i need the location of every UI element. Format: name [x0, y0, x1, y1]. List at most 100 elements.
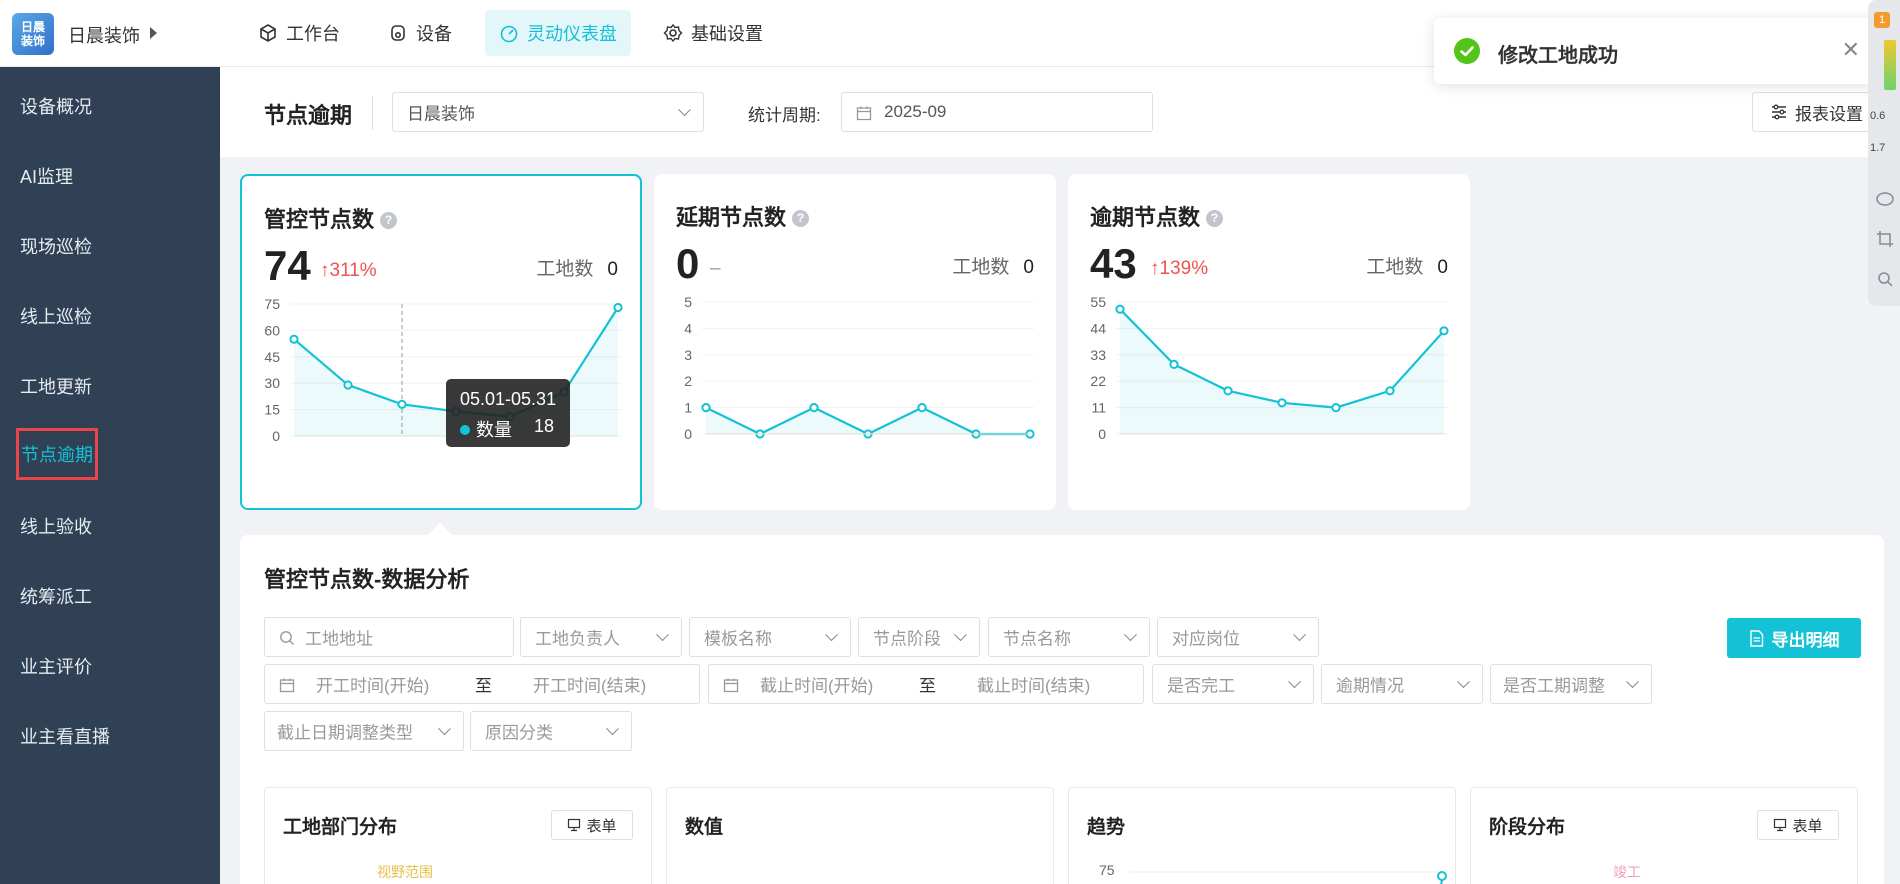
data-point: [1277, 398, 1287, 408]
search-icon[interactable]: [1876, 270, 1894, 288]
site-label: 工地数: [1366, 257, 1424, 278]
period-value: 2025-09: [884, 102, 947, 121]
y-tick-label: 5: [684, 294, 692, 310]
close-icon[interactable]: ✕: [1842, 39, 1860, 61]
company-logo: 日晨 装饰: [12, 13, 54, 55]
floating-tool-strip[interactable]: 1 0.6 1.7: [1868, 0, 1900, 306]
gear-icon: [663, 23, 683, 43]
sidebar-item-ai-supervision[interactable]: AI监理: [20, 163, 73, 189]
site-label: 工地数: [536, 259, 594, 280]
dashboard-icon: [500, 25, 518, 43]
nav-settings[interactable]: 基础设置: [649, 10, 777, 56]
level-bar: [1884, 40, 1896, 90]
toast-message: 修改工地成功: [1498, 45, 1618, 67]
nav-dashboard[interactable]: 灵动仪表盘: [485, 10, 631, 56]
kpi-card-controlled-nodes[interactable]: 管控节点数? 74 ↑311% 工地数 0 75 60 45 30 15 0: [240, 174, 642, 510]
chevron-down-icon: [1626, 675, 1639, 689]
node-name-select[interactable]: 节点名称: [988, 617, 1150, 657]
export-detail-button[interactable]: 导出明细: [1727, 618, 1861, 658]
template-select[interactable]: 模板名称: [689, 617, 851, 657]
period-picker[interactable]: 2025-09: [841, 92, 1153, 132]
start-date-range[interactable]: 开工时间(开始) 至 开工时间(结束): [264, 664, 700, 704]
card-value: 74: [264, 242, 311, 289]
site-address-search[interactable]: 工地地址: [264, 617, 514, 657]
sidebar-item-owner-review[interactable]: 业主评价: [20, 653, 92, 679]
trend-chart[interactable]: [1129, 870, 1459, 884]
overdue-status-select[interactable]: 逾期情况: [1321, 664, 1483, 704]
data-point: [1331, 403, 1341, 413]
site-manager-select[interactable]: 工地负责人: [520, 617, 682, 657]
form-button[interactable]: 表单: [551, 810, 633, 840]
sidebar-item-site-inspection[interactable]: 现场巡检: [20, 233, 92, 259]
calendar-icon: [723, 678, 739, 693]
data-point: [701, 403, 711, 413]
data-point: [1439, 326, 1449, 336]
sidebar-item-dispatch[interactable]: 统筹派工: [20, 583, 92, 609]
data-point: [289, 334, 299, 344]
position-select[interactable]: 对应岗位: [1157, 617, 1319, 657]
deadline-adjust-type-select[interactable]: 截止日期调整类型: [264, 711, 464, 751]
y-tick-label: 30: [264, 375, 280, 391]
card-title: 逾期节点数?: [1090, 200, 1224, 232]
help-icon[interactable]: ?: [1206, 210, 1224, 227]
select-placeholder: 是否工期调整: [1503, 676, 1605, 696]
chat-icon[interactable]: [1876, 192, 1894, 208]
form-button[interactable]: 表单: [1757, 810, 1839, 840]
upload-speed: 0.6: [1870, 110, 1886, 122]
y-tick-label: 33: [1090, 347, 1106, 363]
nav-label: 灵动仪表盘: [527, 24, 617, 44]
select-placeholder: 原因分类: [485, 723, 553, 743]
y-tick-label: 0: [272, 428, 280, 444]
mini-panel-department: 工地部门分布 表单 视野范围: [264, 787, 652, 884]
page-title: 节点逾期: [264, 103, 353, 128]
sidebar-item-online-acceptance[interactable]: 线上验收: [20, 513, 92, 539]
help-icon[interactable]: ?: [792, 210, 810, 227]
search-placeholder: 工地地址: [305, 629, 373, 649]
kpi-card-overdue-nodes[interactable]: 逾期节点数? 43 ↑139% 工地数 0 55 44 33 22 11 0: [1068, 174, 1470, 510]
mini-panel-title: 数值: [685, 817, 724, 838]
data-point: [809, 403, 819, 413]
deadline-date-range[interactable]: 截止时间(开始) 至 截止时间(结束): [708, 664, 1144, 704]
report-settings-label: 报表设置: [1795, 104, 1863, 124]
line-chart[interactable]: 55 44 33 22 11 0: [1068, 294, 1468, 474]
site-value: 0: [607, 259, 618, 280]
divider: [372, 96, 373, 130]
y-tick-label: 60: [264, 322, 280, 338]
company-select[interactable]: 日晨装饰: [392, 92, 704, 132]
node-stage-select[interactable]: 节点阶段: [858, 617, 980, 657]
crop-icon[interactable]: [1876, 230, 1894, 248]
help-icon[interactable]: ?: [380, 212, 398, 229]
card-value: 0: [676, 240, 700, 287]
data-point: [613, 302, 623, 313]
check-circle-icon: [1454, 38, 1480, 64]
site-value: 0: [1437, 257, 1448, 278]
chart-legend-label: 竣工: [1613, 864, 1641, 880]
cube-icon: [260, 24, 276, 42]
sidebar-item-online-inspection[interactable]: 线上巡检: [20, 303, 92, 329]
line-chart[interactable]: 75 60 45 30 15 0: [242, 296, 642, 476]
nav-label: 工作台: [286, 24, 340, 44]
form-icon: [1774, 818, 1787, 832]
nav-label: 基础设置: [691, 24, 763, 44]
card-delta: –: [710, 258, 721, 279]
report-settings-button[interactable]: 报表设置: [1752, 92, 1872, 132]
sliders-icon: [1772, 104, 1786, 120]
schedule-adjusted-select[interactable]: 是否工期调整: [1490, 664, 1652, 704]
sidebar-item-owner-live[interactable]: 业主看直播: [20, 723, 110, 749]
caret-right-icon[interactable]: [150, 27, 157, 39]
sidebar-item-site-update[interactable]: 工地更新: [20, 373, 92, 399]
sidebar-item-node-overdue[interactable]: 节点逾期: [16, 428, 98, 480]
line-chart[interactable]: 5 4 3 2 1 0: [654, 294, 1054, 474]
company-name[interactable]: 日晨装饰: [68, 22, 140, 48]
nav-workbench[interactable]: 工作台: [244, 10, 354, 56]
search-icon: [280, 631, 294, 645]
sidebar-item-device-overview[interactable]: 设备概况: [20, 93, 92, 119]
completed-select[interactable]: 是否完工: [1152, 664, 1314, 704]
reason-category-select[interactable]: 原因分类: [470, 711, 632, 751]
mini-panel-stage: 阶段分布 表单 竣工: [1470, 787, 1858, 884]
range-separator: 至: [919, 676, 936, 696]
card-title-text: 管控节点数: [264, 207, 375, 232]
kpi-card-delayed-nodes[interactable]: 延期节点数? 0 – 工地数 0 5 4 3 2 1 0: [654, 174, 1056, 510]
nav-device[interactable]: 设备: [374, 10, 466, 56]
card-title: 管控节点数?: [264, 202, 398, 234]
